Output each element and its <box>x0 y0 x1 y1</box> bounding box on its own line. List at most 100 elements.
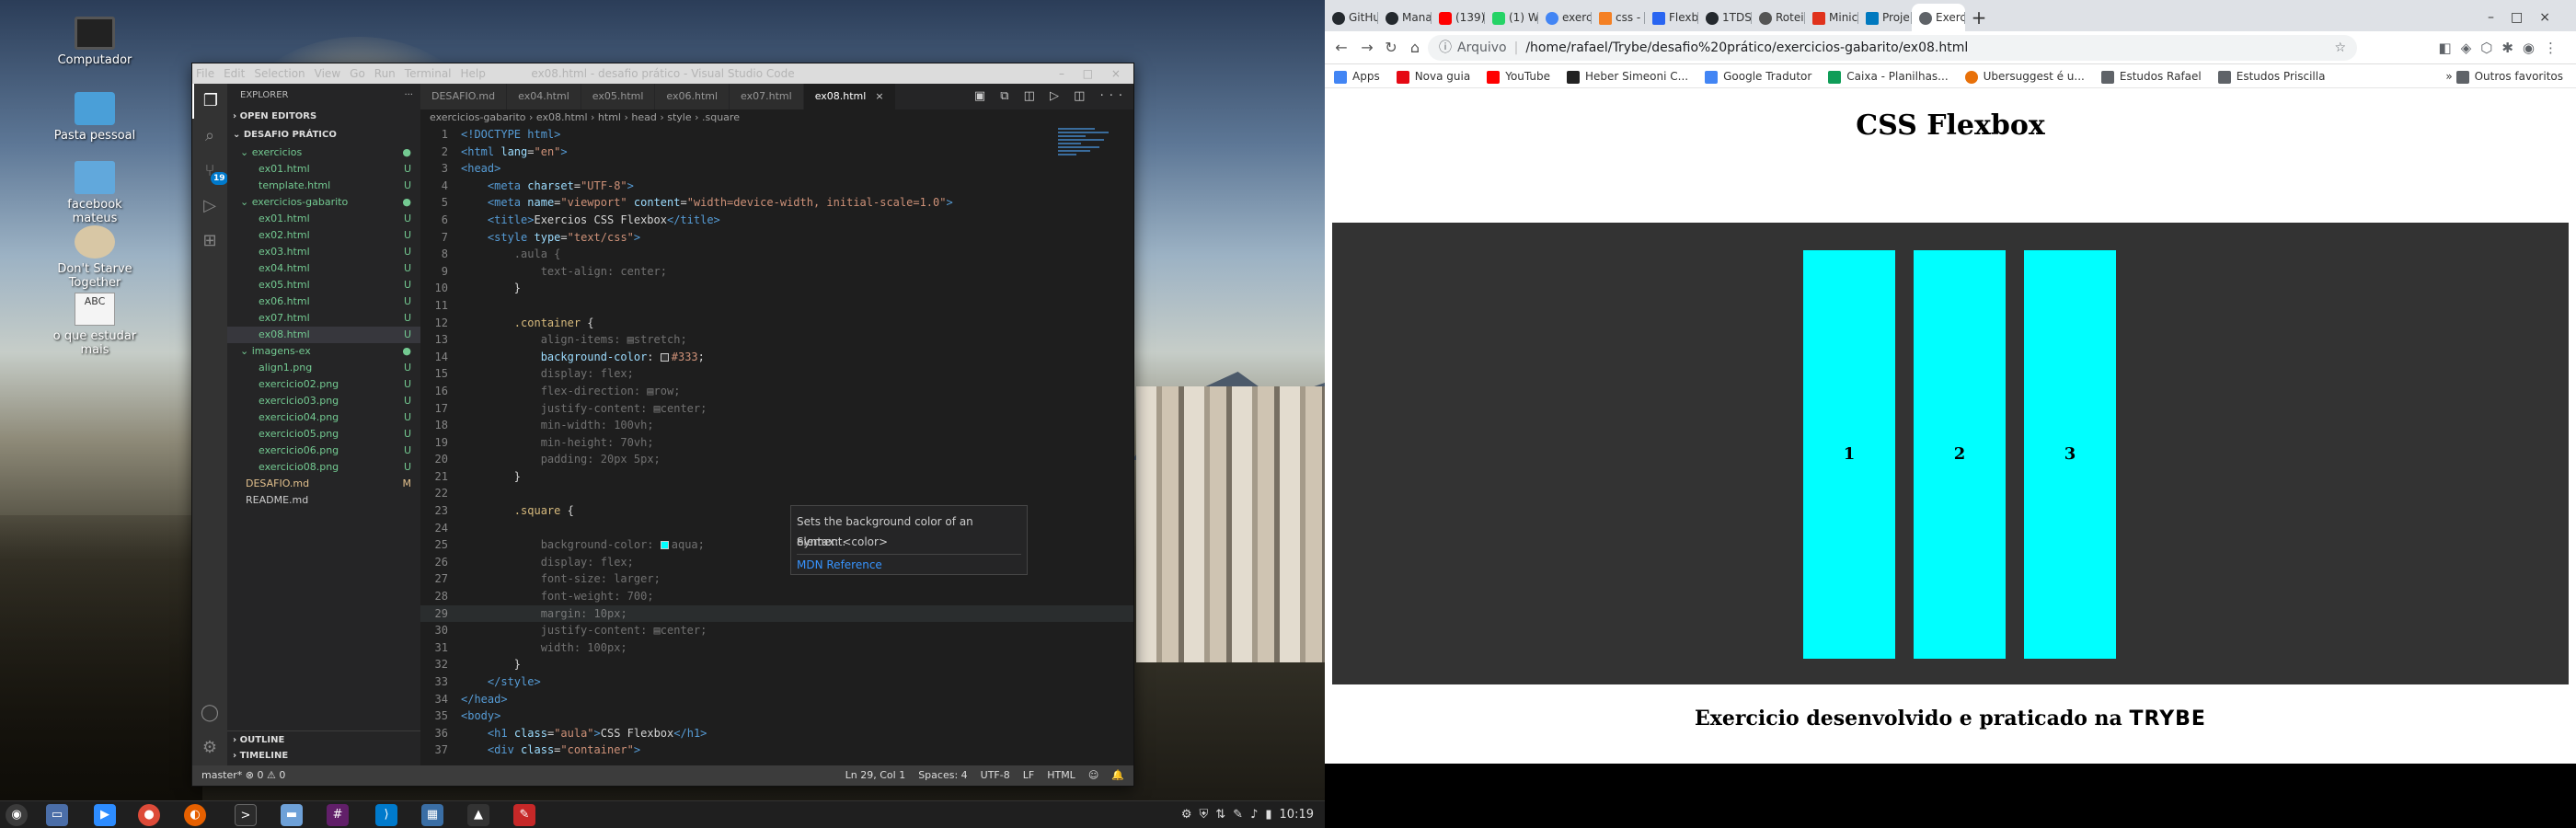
menu-terminal[interactable]: Terminal <box>405 67 452 80</box>
file-row[interactable]: exercicio03.png U <box>227 393 420 409</box>
bookmark-star-icon[interactable]: ☆ <box>2334 35 2346 61</box>
menu-edit[interactable]: Edit <box>224 67 245 80</box>
desktop-icon-facebook-mateus[interactable]: facebook mateus <box>44 161 145 225</box>
browser-tab[interactable]: Mana <box>1378 4 1432 31</box>
folder-exercicios[interactable]: ⌄ exercicios ● <box>227 144 420 161</box>
feedback-icon[interactable]: ☺ <box>1088 769 1098 781</box>
vscode-titlebar[interactable]: File Edit Selection View Go Run Terminal Help e… <box>192 63 1133 84</box>
tab-ex05[interactable]: ex05.html <box>581 84 656 109</box>
browser-tab[interactable]: Flexb <box>1645 4 1698 31</box>
cursor-position[interactable]: Ln 29, Col 1 <box>845 769 906 781</box>
bookmark-estudos-priscilla[interactable]: Estudos Priscilla <box>2217 70 2325 84</box>
browser-tab[interactable]: Roteir <box>1752 4 1805 31</box>
file-row[interactable]: ex01.html U <box>227 161 420 178</box>
file-row[interactable]: README.md <box>227 492 420 509</box>
file-row-selected[interactable]: ex08.html U <box>227 327 420 343</box>
explorer-more-button[interactable]: ··· <box>404 84 413 108</box>
browser-tab-active[interactable]: Exerc × <box>1912 4 1965 31</box>
extensions-area[interactable]: ◧◈⬡✱◉⋮ <box>2439 37 2567 59</box>
shield-icon[interactable]: ⛨ <box>1200 808 1209 822</box>
new-tab-button[interactable]: + <box>1965 4 1993 31</box>
volume-icon[interactable]: ♪ <box>1250 808 1258 822</box>
zoom-app-icon[interactable]: ▶ <box>94 804 116 826</box>
file-manager-icon[interactable]: ▬ <box>281 804 303 826</box>
bookmark-ubersuggest[interactable]: Ubersuggest é u... <box>1964 70 2085 84</box>
browser-tab[interactable]: (139) <box>1432 4 1485 31</box>
bell-icon[interactable]: 🔔 <box>1111 769 1124 781</box>
problems-indicator[interactable]: ⊗ 0 ⚠ 0 <box>246 769 286 781</box>
open-editors-section[interactable]: › OPEN EDITORS <box>227 108 420 126</box>
desktop-icon-computer[interactable]: Computador <box>44 17 145 67</box>
eol[interactable]: LF <box>1023 769 1034 781</box>
document-viewer-icon[interactable]: ✎ <box>513 804 535 826</box>
browser-tab[interactable]: 1TDS <box>1698 4 1752 31</box>
vscode-app-icon[interactable]: ⟩ <box>375 804 397 826</box>
browser-tab[interactable]: (1) W <box>1485 4 1538 31</box>
browser-tab[interactable]: exerc <box>1538 4 1592 31</box>
battery-icon[interactable]: ▮ <box>1265 808 1271 822</box>
folder-imagens-ex[interactable]: ⌄ imagens-ex ● <box>227 343 420 360</box>
chrome-window-controls[interactable]: –□× <box>2488 4 2567 31</box>
indentation[interactable]: Spaces: 4 <box>918 769 967 781</box>
file-row[interactable]: template.html U <box>227 178 420 194</box>
home-icon[interactable]: ⌂ <box>1404 37 1426 59</box>
bookmark-google-tradutor[interactable]: Google Tradutor <box>1705 70 1811 84</box>
desktop-icon-dont-starve[interactable]: Don't Starve Together <box>44 225 145 290</box>
browser-tab[interactable]: Proje <box>1858 4 1912 31</box>
timeline-section[interactable]: › TIMELINE <box>227 747 420 765</box>
extensions-icon[interactable]: ⊞ <box>192 224 227 259</box>
menu-go[interactable]: Go <box>350 67 365 80</box>
breadcrumb[interactable]: exercicios-gabarito › ex08.html › html ›… <box>420 109 1133 126</box>
clock[interactable]: 10:19 <box>1280 808 1314 822</box>
menu-file[interactable]: File <box>196 67 214 80</box>
bookmark-estudos-rafael[interactable]: Estudos Rafael <box>2100 70 2202 84</box>
settings-gear-icon[interactable]: ⚙ <box>192 730 227 765</box>
browser-tab[interactable]: GitHub <box>1325 4 1378 31</box>
tab-ex06[interactable]: ex06.html <box>655 84 730 109</box>
file-row[interactable]: ex03.html U <box>227 244 420 260</box>
image-viewer-icon[interactable]: ▦ <box>421 804 443 826</box>
steam-icon[interactable]: ⚙ <box>1181 808 1192 822</box>
editor-actions[interactable]: ▣ ⧉ ◫ ▷ ◫ ··· <box>974 84 1128 109</box>
start-menu-icon[interactable]: ◉ <box>6 804 28 826</box>
file-row[interactable]: exercicio06.png U <box>227 443 420 459</box>
network-icon[interactable]: ⇅ <box>1215 808 1225 822</box>
file-row[interactable]: exercicio08.png U <box>227 459 420 476</box>
show-desktop-icon[interactable]: ▭ <box>46 804 68 826</box>
language-mode[interactable]: HTML <box>1047 769 1075 781</box>
code-editor[interactable]: 1 <!DOCTYPE html> 2 <html lang="en"> 3 <hea… <box>420 126 1133 765</box>
file-row[interactable]: align1.png U <box>227 360 420 376</box>
tab-desafio-md[interactable]: DESAFIO.md <box>420 84 508 109</box>
slack-app-icon[interactable]: # <box>327 804 349 826</box>
desktop-icon-o-que-estudar[interactable]: ABC o que estudar mais <box>44 293 145 357</box>
reload-icon[interactable]: ↻ <box>1380 37 1402 59</box>
minimap[interactable] <box>1058 126 1122 181</box>
forward-arrow-icon[interactable]: → <box>1356 37 1378 59</box>
file-row[interactable]: ex02.html U <box>227 227 420 244</box>
bookmark-apps[interactable]: Apps <box>1334 70 1380 84</box>
bookmark-heber[interactable]: Heber Simeoni C... <box>1567 70 1688 84</box>
vscode-window-controls[interactable]: – □ × <box>1059 63 1128 84</box>
account-icon[interactable]: ◯ <box>192 696 227 730</box>
address-bar[interactable]: ⓘ Arquivo |/home/rafael/Trybe/desafio%20pr… <box>1428 35 2357 61</box>
close-icon[interactable]: × <box>875 90 883 102</box>
menu-view[interactable]: View <box>315 67 340 80</box>
desktop-icon-home[interactable]: Pasta pessoal <box>44 92 145 143</box>
pen-icon[interactable]: ✎ <box>1233 808 1243 822</box>
bookmark-caixa[interactable]: Caixa - Planilhas... <box>1828 70 1949 84</box>
browser-tab[interactable]: Minic <box>1805 4 1858 31</box>
folder-exercicios-gabarito[interactable]: ⌄ exercicios-gabarito ● <box>227 194 420 211</box>
inkscape-app-icon[interactable]: ▲ <box>467 804 489 826</box>
menu-run[interactable]: Run <box>374 67 396 80</box>
bookmark-youtube[interactable]: YouTube <box>1487 70 1550 84</box>
terminal-app-icon[interactable]: > <box>235 804 257 826</box>
other-bookmarks[interactable]: Outros favoritos <box>2475 70 2563 83</box>
search-icon[interactable]: ⌕ <box>192 119 227 154</box>
file-row[interactable]: exercicio02.png U <box>227 376 420 393</box>
file-row[interactable]: ex01.html U <box>227 211 420 227</box>
file-row[interactable]: exercicio04.png U <box>227 409 420 426</box>
chrome-app-icon[interactable]: ● <box>138 804 160 826</box>
files-icon[interactable]: ❐ <box>192 84 227 119</box>
outline-section[interactable]: › OUTLINE <box>227 730 420 749</box>
workspace-root[interactable]: ⌄ DESAFIO PRÁTICO <box>227 126 420 144</box>
